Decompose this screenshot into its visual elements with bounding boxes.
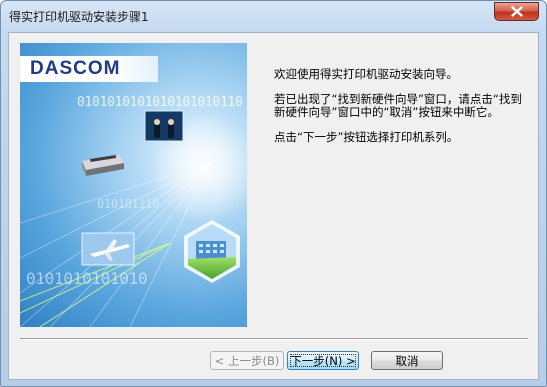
close-icon — [510, 6, 523, 17]
close-button[interactable] — [494, 2, 539, 21]
button-separator — [20, 338, 528, 340]
next-hint-text: 点击“下一步”按钮选择打印机系列。 — [274, 130, 459, 144]
wizard-banner-image: DASCOM 0101010101010101010110 010101110 … — [20, 43, 247, 327]
printer-image — [82, 154, 124, 176]
business-photo — [144, 110, 184, 142]
wizard-text: 欢迎使用得实打印机驱动安装向导。 若已出现了“找到新硬件向导”窗口，请点击“找到… — [274, 68, 524, 156]
dascom-logo: DASCOM — [30, 58, 121, 79]
title-bar[interactable]: 得实打印机驱动安装步骤1 — [1, 1, 546, 32]
dialog-body: DASCOM 0101010101010101010110 010101110 … — [8, 32, 539, 380]
installer-window: 得实打印机驱动安装步骤1 DASCOM 01010101010101010101… — [0, 0, 547, 387]
binary-pattern-top: 0101010101010101010110 — [77, 95, 243, 110]
window-title: 得实打印机驱动安装步骤1 — [9, 10, 149, 24]
welcome-text: 欢迎使用得实打印机驱动安装向导。 — [274, 67, 458, 81]
logo-plate: DASCOM — [20, 56, 158, 82]
instruction-text: 若已出现了“找到新硬件向导”窗口，请点击“找到新硬件向导”窗口中的“取消”按钮来… — [274, 92, 522, 119]
back-button[interactable]: < 上一步(B) — [210, 351, 284, 370]
binary-pattern-bottom: 0101010101010 — [26, 269, 148, 288]
building-hexagon — [184, 220, 240, 283]
binary-pattern-middle: 010101110 — [97, 197, 160, 211]
next-button[interactable]: 下一步(N) > — [287, 351, 359, 370]
airplane-photo — [81, 232, 135, 266]
cancel-button[interactable]: 取消 — [371, 351, 443, 370]
